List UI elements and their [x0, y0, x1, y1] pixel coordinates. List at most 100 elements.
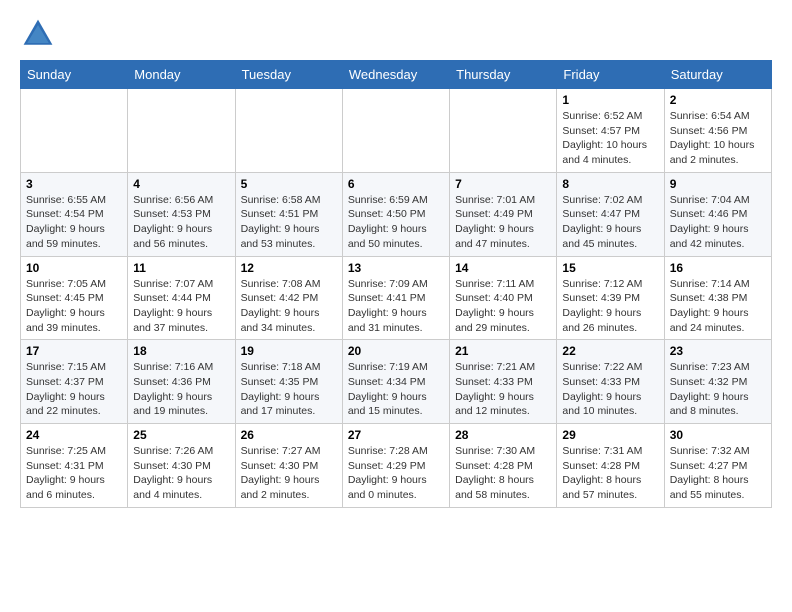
- day-info: Sunrise: 7:09 AM Sunset: 4:41 PM Dayligh…: [348, 277, 444, 336]
- day-info: Sunrise: 7:14 AM Sunset: 4:38 PM Dayligh…: [670, 277, 766, 336]
- day-info: Sunrise: 7:30 AM Sunset: 4:28 PM Dayligh…: [455, 444, 551, 503]
- calendar-cell: 25 Sunrise: 7:26 AM Sunset: 4:30 PM Dayli…: [128, 424, 235, 508]
- day-number: 8: [562, 177, 658, 191]
- day-info: Sunrise: 7:22 AM Sunset: 4:33 PM Dayligh…: [562, 360, 658, 419]
- day-info: Sunrise: 7:05 AM Sunset: 4:45 PM Dayligh…: [26, 277, 122, 336]
- day-number: 10: [26, 261, 122, 275]
- calendar-cell: 11Sunrise: 7:07 AM Sunset: 4:44 PM Dayli…: [128, 256, 235, 340]
- day-number: 23: [670, 344, 766, 358]
- day-number: 4: [133, 177, 229, 191]
- calendar-cell: [342, 89, 449, 173]
- calendar-cell: [128, 89, 235, 173]
- day-number: 14: [455, 261, 551, 275]
- calendar-cell: 21 Sunrise: 7:21 AM Sunset: 4:33 PM Dayli…: [450, 340, 557, 424]
- day-number: 16: [670, 261, 766, 275]
- calendar-week-row: 24Sunrise: 7:25 AM Sunset: 4:31 PM Dayli…: [21, 424, 772, 508]
- day-number: 1: [562, 93, 658, 107]
- day-number: 13: [348, 261, 444, 275]
- calendar-cell: 26Sunrise: 7:27 AM Sunset: 4:30 PM Dayli…: [235, 424, 342, 508]
- day-info: Sunrise: 7:02 AM Sunset: 4:47 PM Dayligh…: [562, 193, 658, 252]
- calendar: SundayMondayTuesdayWednesdayThursdayFrid…: [20, 60, 772, 508]
- calendar-cell: [450, 89, 557, 173]
- day-number: 2: [670, 93, 766, 107]
- day-info: Sunrise: 7:12 AM Sunset: 4:39 PM Dayligh…: [562, 277, 658, 336]
- day-number: 18: [133, 344, 229, 358]
- day-number: 27: [348, 428, 444, 442]
- day-number: 15: [562, 261, 658, 275]
- calendar-cell: 2 Sunrise: 6:54 AM Sunset: 4:56 PM Daylig…: [664, 89, 771, 173]
- calendar-cell: 24Sunrise: 7:25 AM Sunset: 4:31 PM Dayli…: [21, 424, 128, 508]
- weekday-header: Monday: [128, 61, 235, 89]
- day-number: 29: [562, 428, 658, 442]
- calendar-cell: 30 Sunrise: 7:32 AM Sunset: 4:27 PM Dayli…: [664, 424, 771, 508]
- calendar-cell: 29 Sunrise: 7:31 AM Sunset: 4:28 PM Dayli…: [557, 424, 664, 508]
- day-info: Sunrise: 7:15 AM Sunset: 4:37 PM Dayligh…: [26, 360, 122, 419]
- calendar-cell: [235, 89, 342, 173]
- day-info: Sunrise: 6:55 AM Sunset: 4:54 PM Dayligh…: [26, 193, 122, 252]
- calendar-cell: 27 Sunrise: 7:28 AM Sunset: 4:29 PM Dayli…: [342, 424, 449, 508]
- weekday-header: Friday: [557, 61, 664, 89]
- day-info: Sunrise: 7:26 AM Sunset: 4:30 PM Dayligh…: [133, 444, 229, 503]
- calendar-week-row: 10 Sunrise: 7:05 AM Sunset: 4:45 PM Dayli…: [21, 256, 772, 340]
- calendar-cell: 28 Sunrise: 7:30 AM Sunset: 4:28 PM Dayli…: [450, 424, 557, 508]
- calendar-cell: 13 Sunrise: 7:09 AM Sunset: 4:41 PM Dayli…: [342, 256, 449, 340]
- day-number: 24: [26, 428, 122, 442]
- day-number: 19: [241, 344, 337, 358]
- day-info: Sunrise: 7:11 AM Sunset: 4:40 PM Dayligh…: [455, 277, 551, 336]
- day-info: Sunrise: 7:19 AM Sunset: 4:34 PM Dayligh…: [348, 360, 444, 419]
- day-number: 12: [241, 261, 337, 275]
- day-info: Sunrise: 7:04 AM Sunset: 4:46 PM Dayligh…: [670, 193, 766, 252]
- calendar-cell: 23 Sunrise: 7:23 AM Sunset: 4:32 PM Dayli…: [664, 340, 771, 424]
- day-info: Sunrise: 7:32 AM Sunset: 4:27 PM Dayligh…: [670, 444, 766, 503]
- day-info: Sunrise: 7:23 AM Sunset: 4:32 PM Dayligh…: [670, 360, 766, 419]
- calendar-cell: 4Sunrise: 6:56 AM Sunset: 4:53 PM Daylig…: [128, 172, 235, 256]
- weekday-header: Thursday: [450, 61, 557, 89]
- calendar-cell: [21, 89, 128, 173]
- day-info: Sunrise: 7:28 AM Sunset: 4:29 PM Dayligh…: [348, 444, 444, 503]
- day-number: 30: [670, 428, 766, 442]
- day-number: 22: [562, 344, 658, 358]
- page: SundayMondayTuesdayWednesdayThursdayFrid…: [0, 0, 792, 518]
- day-info: Sunrise: 6:52 AM Sunset: 4:57 PM Dayligh…: [562, 109, 658, 168]
- calendar-cell: 18 Sunrise: 7:16 AM Sunset: 4:36 PM Dayli…: [128, 340, 235, 424]
- day-info: Sunrise: 6:54 AM Sunset: 4:56 PM Dayligh…: [670, 109, 766, 168]
- calendar-cell: 10 Sunrise: 7:05 AM Sunset: 4:45 PM Dayli…: [21, 256, 128, 340]
- calendar-week-row: 1 Sunrise: 6:52 AM Sunset: 4:57 PM Daylig…: [21, 89, 772, 173]
- day-info: Sunrise: 7:07 AM Sunset: 4:44 PM Dayligh…: [133, 277, 229, 336]
- day-number: 7: [455, 177, 551, 191]
- day-number: 9: [670, 177, 766, 191]
- day-number: 21: [455, 344, 551, 358]
- logo: [20, 16, 60, 52]
- calendar-cell: 8 Sunrise: 7:02 AM Sunset: 4:47 PM Daylig…: [557, 172, 664, 256]
- calendar-cell: 14 Sunrise: 7:11 AM Sunset: 4:40 PM Dayli…: [450, 256, 557, 340]
- weekday-header: Sunday: [21, 61, 128, 89]
- day-info: Sunrise: 7:31 AM Sunset: 4:28 PM Dayligh…: [562, 444, 658, 503]
- calendar-cell: 22 Sunrise: 7:22 AM Sunset: 4:33 PM Dayli…: [557, 340, 664, 424]
- day-info: Sunrise: 7:01 AM Sunset: 4:49 PM Dayligh…: [455, 193, 551, 252]
- day-number: 28: [455, 428, 551, 442]
- day-info: Sunrise: 7:08 AM Sunset: 4:42 PM Dayligh…: [241, 277, 337, 336]
- calendar-cell: 6 Sunrise: 6:59 AM Sunset: 4:50 PM Daylig…: [342, 172, 449, 256]
- calendar-week-row: 17 Sunrise: 7:15 AM Sunset: 4:37 PM Dayli…: [21, 340, 772, 424]
- day-info: Sunrise: 7:18 AM Sunset: 4:35 PM Dayligh…: [241, 360, 337, 419]
- day-number: 3: [26, 177, 122, 191]
- day-number: 25: [133, 428, 229, 442]
- day-number: 6: [348, 177, 444, 191]
- day-info: Sunrise: 6:58 AM Sunset: 4:51 PM Dayligh…: [241, 193, 337, 252]
- day-number: 17: [26, 344, 122, 358]
- calendar-cell: 19 Sunrise: 7:18 AM Sunset: 4:35 PM Dayli…: [235, 340, 342, 424]
- calendar-cell: 16 Sunrise: 7:14 AM Sunset: 4:38 PM Dayli…: [664, 256, 771, 340]
- day-info: Sunrise: 7:27 AM Sunset: 4:30 PM Dayligh…: [241, 444, 337, 503]
- header: [20, 16, 772, 52]
- weekday-header: Saturday: [664, 61, 771, 89]
- weekday-header: Tuesday: [235, 61, 342, 89]
- day-info: Sunrise: 6:59 AM Sunset: 4:50 PM Dayligh…: [348, 193, 444, 252]
- weekday-header: Wednesday: [342, 61, 449, 89]
- calendar-week-row: 3 Sunrise: 6:55 AM Sunset: 4:54 PM Daylig…: [21, 172, 772, 256]
- day-info: Sunrise: 7:21 AM Sunset: 4:33 PM Dayligh…: [455, 360, 551, 419]
- calendar-cell: 3 Sunrise: 6:55 AM Sunset: 4:54 PM Daylig…: [21, 172, 128, 256]
- calendar-cell: 7 Sunrise: 7:01 AM Sunset: 4:49 PM Daylig…: [450, 172, 557, 256]
- calendar-cell: 17 Sunrise: 7:15 AM Sunset: 4:37 PM Dayli…: [21, 340, 128, 424]
- day-info: Sunrise: 7:16 AM Sunset: 4:36 PM Dayligh…: [133, 360, 229, 419]
- calendar-cell: 20Sunrise: 7:19 AM Sunset: 4:34 PM Dayli…: [342, 340, 449, 424]
